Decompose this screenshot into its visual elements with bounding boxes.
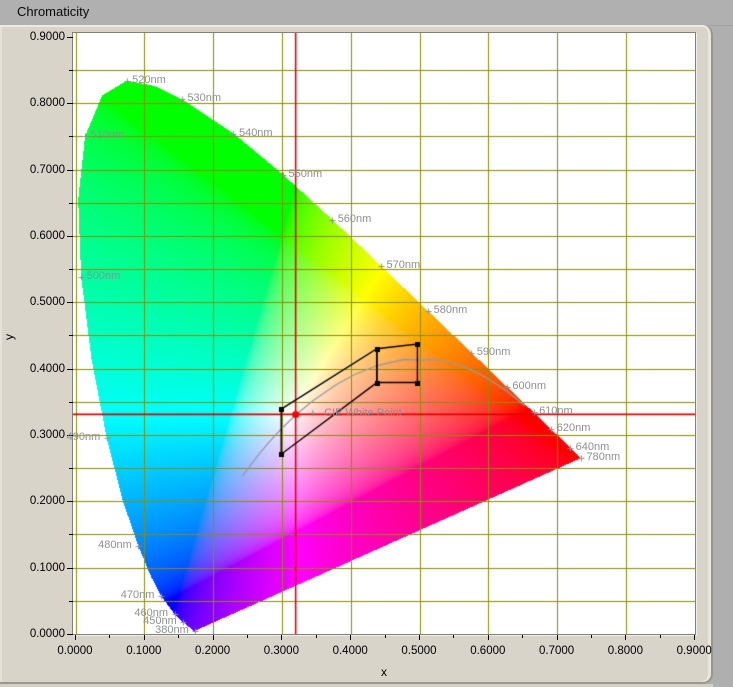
x-axis-title: x: [374, 665, 394, 679]
x-minor-tick: [453, 635, 454, 638]
x-major-tick: [557, 635, 558, 640]
y-tick-label-0.5000: 0.5000: [0, 295, 65, 309]
y-minor-tick: [69, 534, 73, 535]
x-minor-tick: [178, 635, 179, 638]
x-major-tick: [488, 635, 489, 640]
y-major-tick: [67, 302, 73, 303]
y-major-tick: [67, 568, 73, 569]
y-tick-label-0.7000: 0.7000: [0, 163, 65, 177]
window-titlebar: Chromaticity: [0, 0, 733, 26]
y-tick-label-0.8000: 0.8000: [0, 96, 65, 110]
y-tick-label-0.3000: 0.3000: [0, 428, 65, 442]
x-minor-tick: [316, 635, 317, 638]
x-tick-label-0.1000: 0.1000: [117, 644, 171, 658]
x-tick-label-0.0000: 0.0000: [48, 644, 102, 658]
y-tick-label-0.4000: 0.4000: [0, 362, 65, 376]
y-minor-tick: [69, 269, 73, 270]
y-major-tick: [67, 103, 73, 104]
x-major-tick: [419, 635, 420, 640]
x-minor-tick: [385, 635, 386, 638]
y-minor-tick: [69, 601, 73, 602]
y-major-tick: [67, 37, 73, 38]
x-minor-tick: [522, 635, 523, 638]
y-major-tick: [67, 501, 73, 502]
y-minor-tick: [69, 136, 73, 137]
y-tick-label-0.9000: 0.9000: [0, 30, 65, 44]
x-tick-label-0.2000: 0.2000: [186, 644, 240, 658]
x-tick-label-0.8000: 0.8000: [598, 644, 652, 658]
x-minor-tick: [591, 635, 592, 638]
x-major-tick: [213, 635, 214, 640]
x-tick-label-0.3000: 0.3000: [254, 644, 308, 658]
chromaticity-plot-canvas: [73, 33, 695, 634]
y-tick-label-0.6000: 0.6000: [0, 229, 65, 243]
x-tick-label-0.9000: 0.9000: [667, 644, 721, 658]
y-major-tick: [67, 236, 73, 237]
x-major-tick: [694, 635, 695, 640]
y-major-tick: [67, 369, 73, 370]
y-major-tick: [67, 170, 73, 171]
x-minor-tick: [247, 635, 248, 638]
y-tick-label-0.1000: 0.1000: [0, 561, 65, 575]
y-minor-tick: [69, 402, 73, 403]
x-major-tick: [75, 635, 76, 640]
y-minor-tick: [69, 70, 73, 71]
y-tick-label-0.2000: 0.2000: [0, 494, 65, 508]
y-tick-label-0.0000: 0.0000: [0, 627, 65, 641]
x-tick-label-0.4000: 0.4000: [323, 644, 377, 658]
window-title: Chromaticity: [17, 4, 89, 19]
graph-panel: 0.0000 0.1000 0.2000 0.3000 0.4000 0.5000 0.60…: [0, 25, 713, 684]
y-minor-tick: [69, 335, 73, 336]
x-tick-label-0.6000: 0.6000: [461, 644, 515, 658]
y-major-tick: [67, 435, 73, 436]
y-minor-tick: [69, 203, 73, 204]
x-tick-label-0.7000: 0.7000: [530, 644, 584, 658]
y-axis-title: y: [2, 334, 16, 340]
plot-frame: [72, 32, 696, 635]
x-tick-label-0.5000: 0.5000: [392, 644, 446, 658]
x-minor-tick: [660, 635, 661, 638]
y-minor-tick: [69, 468, 73, 469]
x-major-tick: [144, 635, 145, 640]
x-minor-tick: [109, 635, 110, 638]
x-major-tick: [281, 635, 282, 640]
x-major-tick: [350, 635, 351, 640]
x-major-tick: [625, 635, 626, 640]
y-major-tick: [67, 634, 73, 635]
